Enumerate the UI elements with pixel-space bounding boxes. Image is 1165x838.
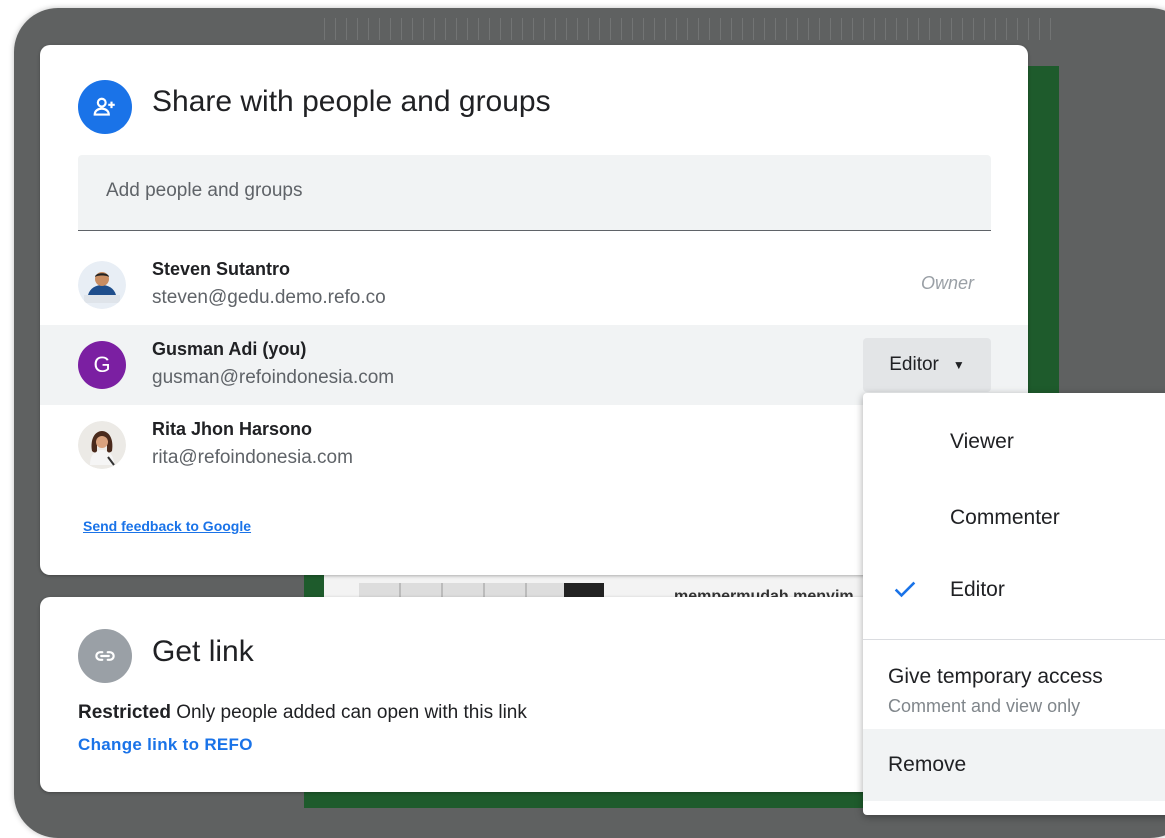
ruler <box>324 18 1059 40</box>
person-email: steven@gedu.demo.refo.co <box>152 287 386 308</box>
person-email: rita@refoindonesia.com <box>152 447 353 468</box>
dialog-title: Share with people and groups <box>152 85 551 118</box>
avatar <box>78 261 126 309</box>
caret-down-icon: ▼ <box>952 358 965 372</box>
menu-item-label: Viewer <box>950 430 1014 453</box>
send-feedback-link[interactable]: Send feedback to Google <box>83 518 251 534</box>
person-name: Steven Sutantro <box>152 259 291 279</box>
link-icon <box>78 629 132 683</box>
remove-option[interactable]: Remove <box>863 729 1165 801</box>
remove-label: Remove <box>888 753 967 776</box>
avatar: G <box>78 341 126 389</box>
add-people-field[interactable] <box>78 155 991 231</box>
owner-label: Owner <box>920 273 974 293</box>
change-link-button[interactable]: Change link to REFO <box>78 735 253 755</box>
role-dropdown-button[interactable]: Editor ▼ <box>863 338 991 392</box>
avatar <box>78 421 126 469</box>
person-row: Steven Sutantro steven@gedu.demo.refo.co… <box>40 245 1028 325</box>
restriction-mode: Restricted <box>78 702 171 723</box>
restriction-description: Only people added can open with this lin… <box>176 702 527 723</box>
role-menu: Viewer Commenter Editor Give temporary a… <box>863 393 1165 815</box>
menu-item-label: Commenter <box>950 506 1060 529</box>
restriction-text: Restricted Only people added can open wi… <box>78 702 527 724</box>
menu-item-label: Editor <box>950 578 1005 601</box>
person-name: Rita Jhon Harsono <box>152 419 313 439</box>
temporary-access-option[interactable]: Give temporary access <box>888 665 1103 689</box>
menu-divider <box>863 639 1165 640</box>
get-link-title: Get link <box>152 635 254 668</box>
temporary-access-subtitle: Comment and view only <box>888 696 1081 716</box>
person-name: Gusman Adi (you) <box>152 339 307 359</box>
person-email: gusman@refoindonesia.com <box>152 367 395 388</box>
check-icon <box>891 575 919 609</box>
add-people-input[interactable] <box>104 179 968 203</box>
person-add-icon <box>78 80 132 134</box>
role-label: Editor <box>889 354 939 375</box>
